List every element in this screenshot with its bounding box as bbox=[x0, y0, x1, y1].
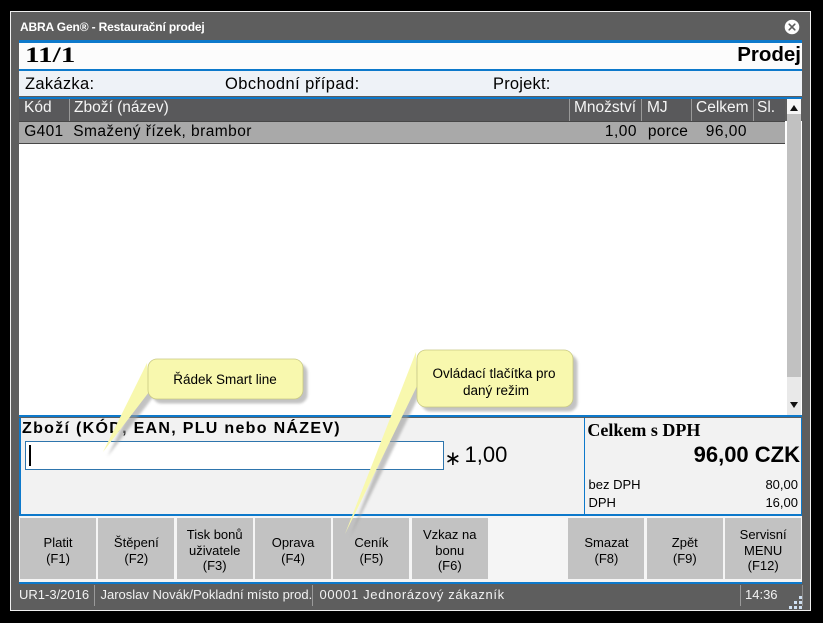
svg-text:Řádek Smart line: Řádek Smart line bbox=[173, 372, 277, 387]
svg-text:Ovládací tlačítka pro: Ovládací tlačítka pro bbox=[432, 366, 555, 381]
svg-text:daný režim: daný režim bbox=[463, 383, 529, 398]
